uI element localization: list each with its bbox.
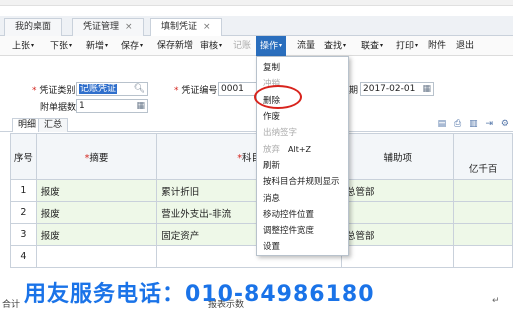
chevron-down-icon: ▾ [279,42,283,49]
post-button[interactable]: 记账 [233,36,251,56]
audit-button[interactable]: 审核▾ [200,36,222,56]
tab-my-desktop[interactable]: 我的桌面 [4,18,63,36]
menu-item-cashier-sign[interactable]: 出纳签字 [263,126,297,138]
row-aux[interactable] [341,201,455,224]
voucher-type-field[interactable]: 记账凭证 🔍︎ [76,82,148,96]
tab-summary[interactable]: 汇总 [38,118,69,132]
tab-voucher-management[interactable]: 凭证管理 × [72,18,144,36]
print-icon[interactable]: ⎙ [454,119,461,129]
row-summary[interactable]: 报废 [35,223,158,246]
print-button[interactable]: 打印▾ [396,36,418,56]
tab-label: 凭证管理 [83,22,120,32]
cash-flow-button[interactable]: 流量 [297,36,315,56]
row-summary[interactable]: 报废 [35,201,158,224]
close-icon[interactable]: × [125,22,133,32]
row-seq: 2 [10,201,37,224]
chevron-down-icon: ▾ [31,42,35,49]
chevron-down-icon: ▾ [415,42,419,49]
settings-icon[interactable]: ⚙ [501,119,509,129]
search-icon[interactable]: 🔍︎ [134,83,145,95]
window-title-bar [0,0,513,16]
shortcut-label: Alt+Z [288,145,312,154]
menu-item-settings[interactable]: 设置 [263,240,280,252]
exit-button[interactable]: 退出 [456,36,474,56]
amount-header: 亿千百 [453,133,513,180]
date-field[interactable]: 2017-02-01 ▦ [360,82,434,96]
chevron-down-icon: ▾ [380,42,384,49]
save-and-add-button[interactable]: 保存新增 [157,36,193,56]
tab-fill-voucher[interactable]: 填制凭证 × [150,18,222,37]
seq-header: 序号 [10,133,37,180]
title-bar-strip [0,0,513,6]
tab-bar: 我的桌面 凭证管理 × 填制凭证 × [0,16,513,37]
attachments-label: 附单据数 [40,103,77,113]
columns-icon[interactable]: ▥ [469,119,478,129]
total-label: 合计 [2,300,21,310]
save-button[interactable]: 保存▾ [121,36,143,56]
calendar-icon[interactable]: ▦ [136,100,145,112]
menu-item-discard[interactable]: 放弃 Alt+Z [263,143,311,155]
tab-label: 我的桌面 [15,22,52,32]
tab-label: 填制凭证 [161,22,198,32]
chevron-down-icon: ▾ [69,42,73,49]
menu-item-merge-display[interactable]: 按科目合并规则显示 [263,175,340,187]
voucher-number-label: * 凭证编号 [174,86,218,96]
attachment-button[interactable]: 附件 [428,36,446,56]
export-icon[interactable]: ⇥ [486,119,494,129]
link-query-button[interactable]: 联查▾ [361,36,383,56]
row-summary[interactable] [35,245,158,268]
menu-item-void[interactable]: 作废 [263,110,280,122]
row-seq: 4 [10,245,37,268]
row-aux[interactable]: 总管部 [341,223,455,246]
row-amount[interactable] [453,179,513,202]
toolbar: 上张▾ 下张▾ 新增▾ 保存▾ 保存新增 审核▾ 记账 操作▾ 流量 查找▾ 联… [0,36,513,56]
row-amount[interactable] [453,245,513,268]
highlight-circle [254,85,302,109]
calendar-icon[interactable]: ▦ [422,83,431,95]
add-button[interactable]: 新增▾ [86,36,108,56]
table-icon[interactable]: ▤ [438,119,447,129]
row-amount[interactable] [453,223,513,246]
find-button[interactable]: 查找▾ [324,36,346,56]
date-label: 期 [349,86,359,96]
menu-item-refresh[interactable]: 刷新 [263,159,280,171]
service-hotline-watermark: 用友服务电话：010-84986180 [24,282,375,307]
chevron-down-icon: ▾ [219,42,223,49]
return-mark-icon: ↵ [492,296,500,306]
voucher-number-field[interactable]: 0001 [218,82,258,96]
attachments-field[interactable]: 1 ▦ [76,99,148,113]
voucher-type-label: * 凭证类别 [32,86,76,96]
row-summary[interactable]: 报废 [35,179,158,202]
chevron-down-icon: ▾ [343,42,347,49]
prev-voucher-button[interactable]: 上张▾ [12,36,34,56]
summary-header: *摘要 [35,133,158,180]
row-aux[interactable]: 总管部 [341,179,455,202]
aux-header: 辅助项 [341,133,455,180]
operation-menu-button[interactable]: 操作▾ [256,36,287,56]
row-amount[interactable] [453,201,513,224]
menu-item-move-control[interactable]: 移动控件位置 [263,208,314,220]
close-icon[interactable]: × [203,22,211,32]
menu-item-adjust-width[interactable]: 调整控件宽度 [263,224,314,236]
row-seq: 1 [10,179,37,202]
menu-item-message[interactable]: 消息 [263,192,280,204]
chevron-down-icon: ▾ [105,42,109,49]
grid-toolbar: ▤ ⎙ ▥ ⇥ ⚙ [433,119,509,129]
row-seq: 3 [10,223,37,246]
menu-item-copy[interactable]: 复制 [263,61,280,73]
next-voucher-button[interactable]: 下张▾ [50,36,72,56]
chevron-down-icon: ▾ [140,42,144,49]
row-aux[interactable] [341,245,455,268]
